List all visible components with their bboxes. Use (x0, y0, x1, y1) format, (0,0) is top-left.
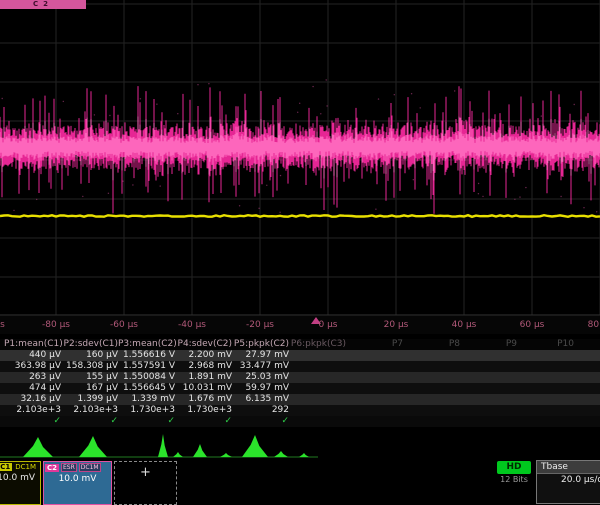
c1-coupling-label: DC1M (15, 463, 36, 471)
histicon (158, 434, 168, 457)
histicon (193, 444, 207, 457)
measurement-value: 1.556645 V (118, 383, 175, 394)
histicon (23, 437, 53, 457)
table-row: 363.98 µV158.308 µV1.557591 V2.968 mV33.… (0, 361, 600, 372)
time-axis-label: 60 µs (520, 320, 545, 330)
measurement-value: 2.200 mV (175, 350, 232, 361)
measurement-value: 59.97 mV (232, 383, 289, 394)
time-axis-label: 0 µs (318, 320, 337, 330)
measurement-value: 1.399 µV (61, 394, 118, 405)
measurement-value: 167 µV (61, 383, 118, 394)
histicon-row[interactable] (0, 428, 600, 460)
c2-tag: C2 (45, 464, 59, 472)
waveform-grid-area[interactable]: C2 (0, 0, 600, 316)
measurement-value: 158.308 µV (61, 361, 118, 372)
hd-mode-badge[interactable]: HD (497, 461, 531, 474)
measurement-status-check-icon: ✓ (118, 416, 175, 427)
time-axis-label: 40 µs (452, 320, 477, 330)
time-axis-label: -60 µs (110, 320, 138, 330)
measurement-value: 1.556616 V (118, 350, 175, 361)
measurement-value: 1.557591 V (118, 361, 175, 372)
measurement-value: 6.135 mV (232, 394, 289, 405)
table-row: P1:mean(C1)P2:sdev(C1)P3:mean(C2)P4:sdev… (0, 339, 600, 350)
measurement-status-check-icon: ✓ (232, 416, 289, 427)
measurement-value: 2.968 mV (175, 361, 232, 372)
time-axis-label: -20 µs (246, 320, 274, 330)
measurement-value: 1.891 mV (175, 372, 232, 383)
measurement-column-header[interactable]: P6:pkpk(C3) (289, 339, 346, 350)
time-axis-label: 20 µs (384, 320, 409, 330)
add-trace-button[interactable]: + (114, 461, 177, 505)
measurement-column-header[interactable]: P2:sdev(C1) (61, 339, 118, 350)
histicon (299, 453, 309, 457)
c2-scale-value: 10.0 mV (44, 474, 111, 484)
measurement-value: 1.730e+3 (118, 405, 175, 416)
measurement-value: 2.103e+3 (4, 405, 61, 416)
measurement-value: 25.03 mV (232, 372, 289, 383)
table-row: 2.103e+32.103e+31.730e+31.730e+3292 (0, 405, 600, 416)
time-axis: -100 µs -80 µs -60 µs -40 µs -20 µs 0 µs 20 µs… (0, 316, 600, 334)
measurement-value: 440 µV (4, 350, 61, 361)
measurement-column-header[interactable]: P8 (403, 339, 460, 350)
measurement-value: 160 µV (61, 350, 118, 361)
table-row: 32.16 µV1.399 µV1.339 mV1.676 mV6.135 mV (0, 394, 600, 405)
time-axis-label: -80 µs (42, 320, 70, 330)
measurement-value: 1.550084 V (118, 372, 175, 383)
measurement-status-check-icon: ✓ (4, 416, 61, 427)
histicon (79, 436, 107, 457)
measurement-value: 10.031 mV (175, 383, 232, 394)
measurement-column-header[interactable]: P9 (460, 339, 517, 350)
time-axis-label: 80 µs (588, 320, 600, 330)
time-axis-label: -100 µs (0, 320, 5, 330)
channel-descriptor-c2[interactable]: C2 ESR DC1M 10.0 mV (43, 461, 112, 505)
histicon (220, 453, 232, 457)
timebase-descriptor[interactable]: Tbase 20.0 µs/div (536, 460, 600, 504)
c1-flat-trace (0, 215, 600, 217)
waveform-plot (0, 0, 600, 316)
measurement-column-header[interactable]: P10 (517, 339, 574, 350)
time-axis-label: -40 µs (178, 320, 206, 330)
measurement-column-header[interactable]: P5:pkpk(C2) (232, 339, 289, 350)
histicon (242, 435, 268, 457)
measurement-column-header[interactable]: P4:sdev(C2) (175, 339, 232, 350)
trace-annotation-badge[interactable]: C2 (0, 0, 86, 9)
histicon-plot (0, 428, 600, 460)
histicon (274, 451, 288, 457)
table-row: 440 µV160 µV1.556616 V2.200 mV27.97 mV (0, 350, 600, 361)
table-row: 263 µV155 µV1.550084 V1.891 mV25.03 mV (0, 372, 600, 383)
measurement-value: 1.730e+3 (175, 405, 232, 416)
table-row: ✓✓✓✓✓ (0, 416, 600, 427)
timebase-title: Tbase (537, 461, 600, 474)
oscilloscope-screen: C2 -100 µs -80 µs -60 µs -40 µs -20 µs 0 µs 20… (0, 0, 600, 480)
measurement-value: 27.97 mV (232, 350, 289, 361)
measurement-value: 263 µV (4, 372, 61, 383)
plus-icon: + (140, 465, 151, 480)
measurement-value: 363.98 µV (4, 361, 61, 372)
measurement-status-check-icon: ✓ (175, 416, 232, 427)
measurement-column-header[interactable]: P1:mean(C1) (4, 339, 61, 350)
measurement-value: 1.339 mV (118, 394, 175, 405)
histicon (173, 452, 183, 457)
measurement-column-header[interactable]: P3:mean(C2) (118, 339, 175, 350)
measurement-value: 155 µV (61, 372, 118, 383)
measurement-value: 2.103e+3 (61, 405, 118, 416)
measurement-value: 33.477 mV (232, 361, 289, 372)
c2-esr-badge: ESR (61, 463, 77, 472)
measurement-value: 1.676 mV (175, 394, 232, 405)
measurement-value: 474 µV (4, 383, 61, 394)
c2-coupling-badge: DC1M (79, 463, 101, 472)
c1-tag: C1 (0, 463, 12, 471)
measurement-column-header[interactable]: P7 (346, 339, 403, 350)
measurement-value: 32.16 µV (4, 394, 61, 405)
channel-descriptor-c1[interactable]: C1 DC1M 10.0 mV (0, 461, 41, 505)
c1-scale-value: 10.0 mV (0, 473, 40, 483)
table-row: 474 µV167 µV1.556645 V10.031 mV59.97 mV (0, 383, 600, 394)
measurement-value: 292 (232, 405, 289, 416)
measurement-status-check-icon: ✓ (61, 416, 118, 427)
